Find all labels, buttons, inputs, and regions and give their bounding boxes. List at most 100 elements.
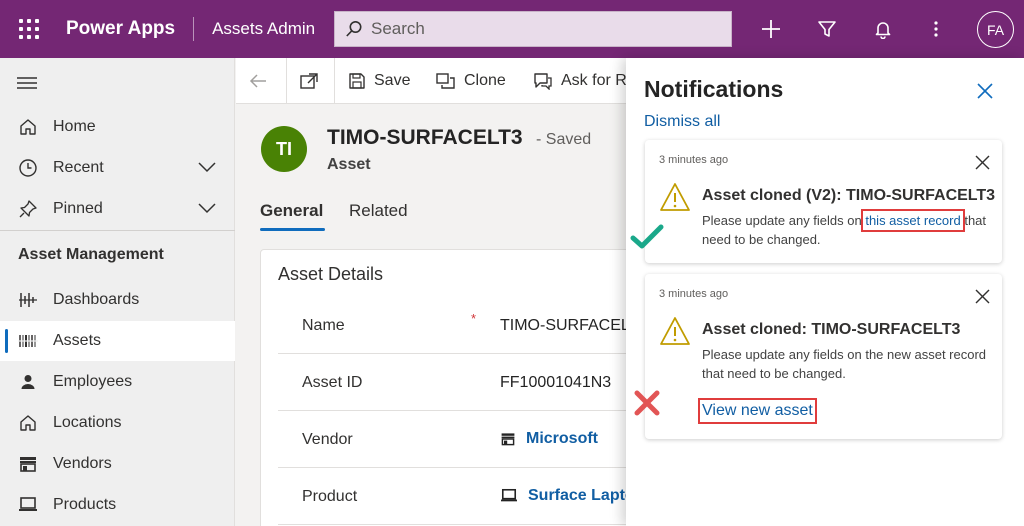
user-avatar[interactable]: FA <box>977 11 1014 48</box>
clock-icon <box>17 157 39 179</box>
clone-button[interactable]: Clone <box>436 58 506 104</box>
bell-icon <box>875 22 891 39</box>
sidebar-item-recent[interactable]: Recent <box>0 148 235 188</box>
record-title: TIMO-SURFACELT3 <box>327 126 523 149</box>
pop-out-icon <box>300 73 318 89</box>
section-title: Asset Details <box>278 264 384 284</box>
dismiss-notification-button[interactable] <box>975 155 990 173</box>
clone-label: Clone <box>464 72 506 89</box>
divider <box>286 58 287 104</box>
chevron-down-icon[interactable] <box>197 201 217 219</box>
notification-title: Asset cloned (V2): TIMO-SURFACELT3 <box>702 187 996 204</box>
laptop-icon <box>17 494 39 516</box>
asset-record-link[interactable]: this asset record <box>861 209 965 232</box>
sidebar-item-assets[interactable]: Assets <box>0 321 235 361</box>
sidebar-item-label: Locations <box>53 414 122 431</box>
dismiss-all-link[interactable]: Dismiss all <box>644 113 720 131</box>
sidebar: Home Recent Pinned Asset Management Dash… <box>0 58 235 526</box>
sidebar-item-locations[interactable]: Locations <box>0 403 235 443</box>
waffle-icon <box>19 19 39 39</box>
close-panel-button[interactable] <box>976 82 994 103</box>
hamburger-button[interactable] <box>17 76 37 93</box>
notification-body-text: Please update any fields on <box>702 213 866 228</box>
environment-name[interactable]: Assets Admin <box>194 19 322 39</box>
vendor-link[interactable]: Microsoft <box>500 430 598 448</box>
sidebar-item-label: Employees <box>53 373 133 390</box>
save-label: Save <box>374 72 411 89</box>
more-vertical-icon <box>934 21 938 37</box>
panel-title: Notifications <box>644 76 784 102</box>
required-marker: * <box>471 311 477 326</box>
chevron-down-icon[interactable] <box>197 160 217 178</box>
app-name[interactable]: Power Apps <box>58 17 195 41</box>
save-button[interactable]: Save <box>348 58 410 104</box>
arrow-left-icon <box>249 74 266 88</box>
divider <box>0 230 235 231</box>
home-icon <box>17 412 39 434</box>
tab-general[interactable]: General <box>260 201 323 221</box>
home-icon <box>17 116 39 138</box>
asset-details-card: Asset Details Name * TIMO-SURFACELT3 Ass… <box>260 249 661 526</box>
sidebar-item-vendors[interactable]: Vendors <box>0 444 235 484</box>
field-row-asset-id: Asset ID FF10001041N3 <box>278 354 661 411</box>
tab-related[interactable]: Related <box>349 201 408 221</box>
dismiss-notification-button[interactable] <box>975 289 990 307</box>
search-input[interactable] <box>371 19 711 39</box>
product-link[interactable]: Surface Laptop <box>500 487 644 505</box>
save-status: - Saved <box>536 131 592 148</box>
notifications-button[interactable] <box>868 14 898 44</box>
notification-card: 3 minutes ago Asset cloned (V2): TIMO-SU… <box>645 140 1002 263</box>
store-icon <box>500 431 516 447</box>
copy-icon <box>436 73 455 89</box>
person-icon <box>17 371 39 393</box>
back-button[interactable] <box>248 58 268 104</box>
sidebar-item-label: Home <box>53 118 96 135</box>
warning-icon <box>659 316 691 349</box>
sidebar-item-employees[interactable]: Employees <box>0 362 235 402</box>
chat-icon <box>534 73 552 90</box>
ask-button[interactable]: Ask for R <box>533 58 627 104</box>
active-tab-indicator <box>260 228 325 231</box>
field-label: Asset ID <box>302 374 363 391</box>
divider <box>334 58 335 104</box>
notification-body: Please update any fields on the new asse… <box>702 347 987 381</box>
view-new-asset-link[interactable]: View new asset <box>698 398 817 424</box>
filter-icon <box>818 21 836 37</box>
notification-title: Asset cloned: TIMO-SURFACELT3 <box>702 321 961 338</box>
close-icon <box>975 289 990 304</box>
field-row-vendor: Vendor Microsoft <box>278 411 661 468</box>
name-field[interactable]: TIMO-SURFACELT3 <box>500 317 640 335</box>
filter-button[interactable] <box>812 14 842 44</box>
asset-id-field[interactable]: FF10001041N3 <box>500 374 640 392</box>
notification-time: 3 minutes ago <box>659 288 729 300</box>
field-row-product: Product Surface Laptop <box>278 468 661 525</box>
plus-icon <box>762 20 780 38</box>
notification-body: Please update any fields on this asset r… <box>702 209 992 249</box>
new-button[interactable] <box>756 14 786 44</box>
open-in-new-window-button[interactable] <box>299 58 319 104</box>
sidebar-item-label: Dashboards <box>53 291 140 308</box>
store-icon <box>17 453 39 475</box>
record-avatar: TI <box>261 126 307 172</box>
search-icon <box>346 21 362 37</box>
notifications-panel: Notifications Dismiss all 3 minutes ago … <box>626 58 1024 526</box>
close-icon <box>977 83 993 99</box>
pin-icon <box>17 198 39 220</box>
app-launcher-button[interactable] <box>0 0 58 58</box>
sidebar-item-label: Pinned <box>53 200 103 217</box>
sidebar-item-pinned[interactable]: Pinned <box>0 189 235 229</box>
sidebar-item-products[interactable]: Products <box>0 485 235 525</box>
sidebar-item-label: Vendors <box>53 455 112 472</box>
notification-card: 3 minutes ago Asset cloned: TIMO-SURFACE… <box>645 274 1002 439</box>
search-box[interactable] <box>334 11 732 47</box>
more-options-button[interactable] <box>921 14 951 44</box>
sidebar-section-title: Asset Management <box>18 246 164 263</box>
sidebar-item-dashboards[interactable]: Dashboards <box>0 280 235 320</box>
sidebar-item-home[interactable]: Home <box>0 107 235 147</box>
record-entity-type: Asset <box>327 156 371 173</box>
field-label: Product <box>302 488 358 505</box>
barcode-icon <box>17 330 39 352</box>
notification-time: 3 minutes ago <box>659 154 729 166</box>
cross-icon <box>634 390 660 419</box>
checkmark-icon <box>630 224 664 253</box>
